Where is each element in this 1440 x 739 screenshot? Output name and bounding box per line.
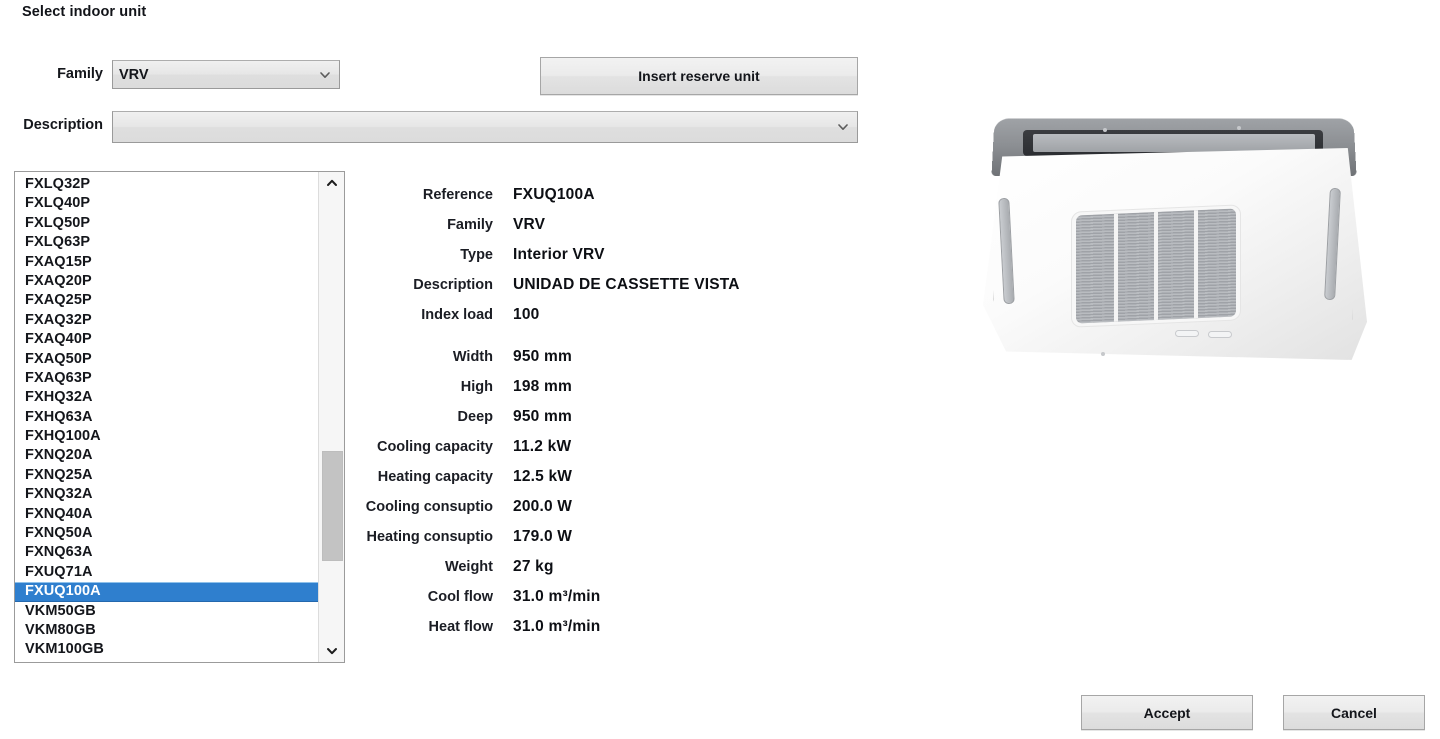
list-item[interactable]: FXNQ25A <box>15 466 318 485</box>
detail-label: High <box>460 379 493 395</box>
chevron-down-icon[interactable] <box>319 640 344 662</box>
chevron-down-icon <box>317 67 333 83</box>
list-item[interactable]: FXNQ50A <box>15 524 318 543</box>
insert-reserve-unit-button[interactable]: Insert reserve unit <box>540 57 858 95</box>
detail-value: UNIDAD DE CASSETTE VISTA <box>513 276 740 293</box>
detail-label: Description <box>413 277 493 293</box>
list-item[interactable]: FXUQ71A <box>15 563 318 582</box>
detail-value: VRV <box>513 216 546 233</box>
list-item[interactable]: FXLQ63P <box>15 233 318 252</box>
detail-row: Heating consuptio 179.0 W <box>355 528 835 558</box>
detail-label: Heat flow <box>428 619 493 635</box>
detail-label: Heating capacity <box>377 469 493 485</box>
detail-value: 31.0 m³/min <box>513 588 601 605</box>
detail-row: Reference FXUQ100A <box>355 186 835 216</box>
detail-row: Heat flow 31.0 m³/min <box>355 618 835 648</box>
unit-details-panel: Reference FXUQ100A Family VRV Type Interior V… <box>355 186 835 648</box>
ceiling-cassette-unit-photo <box>975 112 1375 412</box>
detail-label: Cooling capacity <box>376 439 493 455</box>
family-select-value: VRV <box>119 66 149 83</box>
list-item[interactable]: FXLQ50P <box>15 214 318 233</box>
detail-label: Width <box>452 349 493 365</box>
list-item[interactable]: FXHQ32A <box>15 388 318 407</box>
description-select[interactable] <box>112 111 858 143</box>
detail-label: Deep <box>457 409 493 425</box>
detail-row: Heating capacity 12.5 kW <box>355 468 835 498</box>
list-item[interactable]: FXAQ20P <box>15 272 318 291</box>
list-item[interactable]: FXNQ63A <box>15 543 318 562</box>
detail-row: Description UNIDAD DE CASSETTE VISTA <box>355 276 835 306</box>
detail-row: Deep 950 mm <box>355 408 835 438</box>
list-item[interactable]: FXNQ40A <box>15 505 318 524</box>
detail-row: Family VRV <box>355 216 835 246</box>
detail-value: 198 mm <box>513 378 572 395</box>
list-item[interactable]: FXHQ63A <box>15 408 318 427</box>
detail-value: 12.5 kW <box>513 468 573 485</box>
detail-row: Index load 100 <box>355 306 835 348</box>
select-indoor-unit-dialog: Select indoor unit Family VRV Descriptio… <box>0 0 1440 739</box>
detail-row: High 198 mm <box>355 378 835 408</box>
detail-row: Cool flow 31.0 m³/min <box>355 588 835 618</box>
detail-value: 950 mm <box>513 408 572 425</box>
list-item[interactable]: FXLQ32P <box>15 175 318 194</box>
detail-label: Cooling consuptio <box>365 499 493 515</box>
detail-value: FXUQ100A <box>513 186 595 203</box>
detail-row: Cooling capacity 11.2 kW <box>355 438 835 468</box>
family-select[interactable]: VRV <box>112 60 340 89</box>
list-item[interactable]: FXAQ40P <box>15 330 318 349</box>
list-item[interactable]: FXNQ32A <box>15 485 318 504</box>
scrollbar-thumb[interactable] <box>322 451 343 561</box>
family-label: Family <box>57 66 103 82</box>
detail-row: Cooling consuptio 200.0 W <box>355 498 835 528</box>
detail-row: Type Interior VRV <box>355 246 835 276</box>
detail-label: Weight <box>444 559 493 575</box>
list-item[interactable]: FXHQ100A <box>15 427 318 446</box>
indoor-unit-list[interactable]: FXLQ32P FXLQ40P FXLQ50P FXLQ63P FXAQ15P FXAQ2… <box>15 172 318 662</box>
detail-label: Family <box>447 217 493 233</box>
list-item[interactable]: FXAQ15P <box>15 253 318 272</box>
listbox-scrollbar[interactable] <box>318 172 344 662</box>
detail-value: Interior VRV <box>513 246 605 263</box>
page-title: Select indoor unit <box>22 4 147 20</box>
detail-label: Cool flow <box>427 589 493 605</box>
description-label: Description <box>23 117 103 133</box>
list-item[interactable]: FXNQ20A <box>15 446 318 465</box>
detail-label: Type <box>460 247 493 263</box>
detail-value: 31.0 m³/min <box>513 618 601 635</box>
chevron-up-icon[interactable] <box>319 172 344 194</box>
accept-button[interactable]: Accept <box>1081 695 1253 730</box>
detail-value: 100 <box>513 306 540 323</box>
list-item[interactable]: FXAQ32P <box>15 311 318 330</box>
detail-row: Width 950 mm <box>355 348 835 378</box>
list-item[interactable]: FXAQ25P <box>15 291 318 310</box>
detail-value: 950 mm <box>513 348 572 365</box>
detail-value: 11.2 kW <box>513 438 572 455</box>
list-item[interactable]: FXUQ100A <box>15 582 318 602</box>
chevron-down-icon <box>835 119 851 135</box>
list-item[interactable]: VKM80GB <box>15 621 318 640</box>
cancel-button[interactable]: Cancel <box>1283 695 1425 730</box>
list-item[interactable]: VKM50GB <box>15 602 318 621</box>
detail-label: Heating consuptio <box>366 529 493 545</box>
list-item[interactable]: FXAQ63P <box>15 369 318 388</box>
detail-value: 179.0 W <box>513 528 573 545</box>
detail-row: Weight 27 kg <box>355 558 835 588</box>
list-item[interactable]: FXLQ40P <box>15 194 318 213</box>
list-item[interactable]: FXAQ50P <box>15 350 318 369</box>
detail-label: Reference <box>422 187 493 203</box>
indoor-unit-listbox[interactable]: FXLQ32P FXLQ40P FXLQ50P FXLQ63P FXAQ15P FXAQ2… <box>14 171 345 663</box>
list-item[interactable]: VKM100GB <box>15 640 318 659</box>
detail-label: Index load <box>421 307 493 323</box>
detail-value: 27 kg <box>513 558 554 575</box>
detail-value: 200.0 W <box>513 498 573 515</box>
